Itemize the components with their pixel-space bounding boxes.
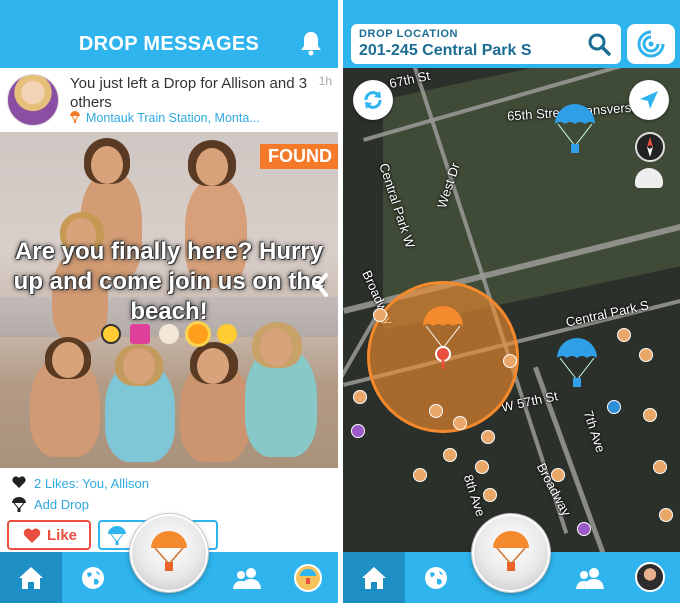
sun-emoji-icon bbox=[188, 324, 209, 345]
poi-marker[interactable] bbox=[481, 430, 495, 444]
likes-label: 2 Likes: You, Allison bbox=[34, 476, 149, 491]
globe-icon bbox=[425, 566, 447, 589]
drop-marker-white[interactable] bbox=[635, 168, 663, 188]
add-drop-row[interactable]: Add Drop bbox=[12, 497, 89, 512]
friends-icon bbox=[576, 567, 604, 589]
nav-friends[interactable] bbox=[216, 552, 278, 603]
drop-post-header[interactable]: You just left a Drop for Allison and 3 o… bbox=[0, 68, 338, 132]
avatar[interactable] bbox=[7, 74, 59, 126]
drop-center-icon bbox=[151, 531, 187, 571]
bell-icon[interactable] bbox=[300, 30, 322, 56]
poi-marker[interactable] bbox=[443, 448, 457, 462]
nav-friends[interactable] bbox=[559, 552, 621, 603]
globe-icon bbox=[82, 566, 104, 589]
found-badge: FOUND bbox=[260, 144, 338, 169]
location-value: 201-245 Central Park S bbox=[359, 42, 532, 59]
grin-emoji-icon bbox=[217, 324, 238, 345]
avatar bbox=[635, 562, 665, 592]
satellite-map[interactable]: 67th St 65th Street Transverse Central P… bbox=[343, 68, 680, 552]
poi-marker[interactable] bbox=[659, 508, 673, 522]
nav-home[interactable] bbox=[0, 552, 62, 603]
poi-marker[interactable] bbox=[353, 390, 367, 404]
poi-marker[interactable] bbox=[551, 468, 565, 482]
parachute-icon bbox=[108, 526, 126, 545]
poi-marker[interactable] bbox=[607, 400, 621, 414]
nav-home[interactable] bbox=[343, 552, 405, 603]
emoji-row bbox=[0, 323, 338, 345]
like-label: Like bbox=[47, 527, 78, 544]
search-icon[interactable] bbox=[587, 32, 611, 56]
map-label-67th: 67th St bbox=[387, 68, 432, 92]
like-button[interactable]: Like bbox=[7, 520, 91, 550]
drop-map-screen: DROP LOCATION 201-245 Central Park S 67t… bbox=[343, 0, 680, 603]
radar-button[interactable] bbox=[627, 24, 675, 64]
poi-marker[interactable] bbox=[577, 522, 591, 536]
bikini-emoji-icon bbox=[129, 324, 150, 345]
page-title: DROP MESSAGES bbox=[78, 33, 260, 55]
location-label: DROP LOCATION bbox=[359, 28, 459, 40]
navigate-arrow-icon bbox=[640, 91, 658, 109]
refresh-button[interactable] bbox=[353, 80, 393, 120]
refresh-icon bbox=[364, 91, 382, 109]
shell-emoji-icon bbox=[159, 324, 179, 345]
drop-messages-screen: DROP MESSAGES You just left a Drop for A… bbox=[0, 0, 338, 603]
drop-center-icon bbox=[493, 531, 529, 571]
poi-marker[interactable] bbox=[429, 404, 443, 418]
drop-marker-parachute[interactable] bbox=[555, 336, 599, 394]
post-location-text: Montauk Train Station, Monta... bbox=[86, 111, 260, 125]
parachute-icon bbox=[12, 497, 26, 512]
likes-row[interactable]: 2 Likes: You, Allison bbox=[12, 476, 149, 491]
compass-icon[interactable] bbox=[635, 132, 665, 162]
poi-marker[interactable] bbox=[373, 308, 387, 322]
header-bar: DROP MESSAGES bbox=[0, 0, 338, 68]
nav-globe[interactable] bbox=[405, 552, 467, 603]
poi-marker[interactable] bbox=[617, 328, 631, 342]
poi-marker[interactable] bbox=[503, 354, 517, 368]
nav-profile[interactable] bbox=[278, 552, 338, 603]
post-message: You just left a Drop for Allison and 3 o… bbox=[70, 75, 308, 111]
poi-marker[interactable] bbox=[351, 424, 365, 438]
chevron-left-icon[interactable] bbox=[314, 272, 330, 298]
post-timestamp: 1h bbox=[318, 74, 332, 88]
drop-center-button[interactable] bbox=[472, 514, 550, 592]
nav-globe[interactable] bbox=[62, 552, 124, 603]
heart-icon bbox=[23, 528, 41, 543]
poi-marker[interactable] bbox=[475, 460, 489, 474]
poi-marker[interactable] bbox=[639, 348, 653, 362]
poi-marker[interactable] bbox=[643, 408, 657, 422]
location-header: DROP LOCATION 201-245 Central Park S bbox=[343, 0, 680, 68]
home-icon bbox=[19, 566, 43, 589]
drop-center-button[interactable] bbox=[130, 514, 208, 592]
parachute-pin-icon bbox=[70, 111, 80, 123]
nav-profile[interactable] bbox=[621, 552, 680, 603]
poi-marker[interactable] bbox=[453, 416, 467, 430]
poi-marker[interactable] bbox=[483, 488, 497, 502]
heart-icon bbox=[12, 476, 26, 488]
map-label-central-park-s: Central Park S bbox=[564, 297, 651, 330]
drop-photo[interactable]: FOUND Are you finally here? Hurry up and… bbox=[0, 132, 338, 468]
sunglasses-emoji-icon bbox=[100, 324, 121, 345]
home-icon bbox=[362, 566, 386, 589]
poi-marker[interactable] bbox=[653, 460, 667, 474]
map-label-7th-ave: 7th Ave bbox=[580, 408, 609, 455]
drop-location-field[interactable]: DROP LOCATION 201-245 Central Park S bbox=[351, 24, 621, 64]
post-location-link[interactable]: Montauk Train Station, Monta... bbox=[70, 111, 260, 125]
friends-icon bbox=[233, 567, 261, 589]
drop-marker-selected[interactable] bbox=[421, 304, 465, 370]
radar-icon bbox=[637, 30, 665, 58]
profile-drop-icon bbox=[294, 563, 322, 592]
drop-marker-parachute[interactable] bbox=[553, 102, 597, 160]
poi-marker[interactable] bbox=[413, 468, 427, 482]
add-drop-label: Add Drop bbox=[34, 497, 89, 512]
drop-overlay-message: Are you finally here? Hurry up and come … bbox=[13, 238, 325, 325]
navigate-button[interactable] bbox=[629, 80, 669, 120]
